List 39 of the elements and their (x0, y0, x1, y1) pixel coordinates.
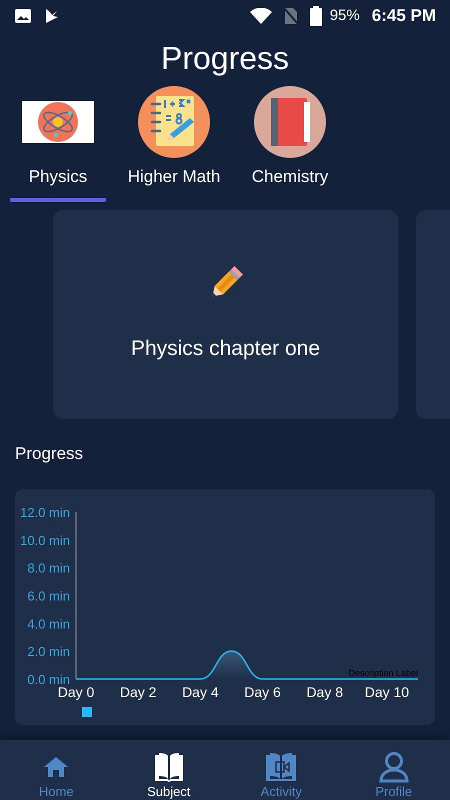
chapter-card[interactable]: Physics chapter one (53, 210, 398, 418)
nav-tab[interactable]: Home (0, 740, 112, 800)
y-tick-label: 4.0 min (27, 616, 70, 631)
atom-icon (22, 101, 94, 143)
image-icon (14, 8, 32, 24)
no-sim-icon (284, 7, 298, 25)
y-tick-label: 6.0 min (27, 588, 70, 603)
book-icon (254, 86, 326, 158)
section-label: Progress (15, 444, 84, 462)
chapter-title: Physics chapter one (130, 336, 320, 362)
home-icon (43, 756, 70, 778)
course-tab[interactable]: Physics (10, 162, 106, 202)
person-icon (378, 751, 410, 783)
x-tick-label: Day 4 (182, 684, 219, 700)
x-tick-label: Day 10 (364, 684, 410, 700)
nav-tab[interactable]: Activity (225, 740, 338, 800)
course-tab[interactable]: Chemistry (248, 162, 332, 202)
y-tick-label: 2.0 min (27, 644, 70, 659)
y-tick-label: 12.0 min (20, 504, 70, 520)
battery-icon (310, 6, 322, 26)
nav-tab[interactable]: Subject (112, 740, 225, 800)
x-tick-label: Day 8 (306, 684, 344, 700)
x-tick-label: Day 2 (120, 684, 156, 700)
open-book-icon (152, 751, 185, 783)
nav-tab[interactable]: Profile (338, 740, 450, 800)
page-title: Progress (160, 39, 290, 78)
battery-percent: 95% (330, 6, 360, 26)
flag-check-icon (44, 8, 60, 24)
video-book-icon (265, 751, 298, 783)
wifi-icon (250, 8, 272, 24)
x-tick-label: Day 6 (244, 684, 281, 700)
notebook-pencil-icon (138, 86, 210, 158)
course-tab[interactable]: Higher Math (124, 162, 224, 202)
clock-time: 6:45 PM (372, 5, 436, 28)
x-tick-label: Day 0 (58, 684, 94, 700)
description-label: Description Label (348, 668, 418, 678)
y-tick-label: 0.0 min (27, 672, 70, 686)
y-tick-label: 10.0 min (20, 532, 70, 548)
y-tick-label: 8.0 min (27, 560, 70, 576)
